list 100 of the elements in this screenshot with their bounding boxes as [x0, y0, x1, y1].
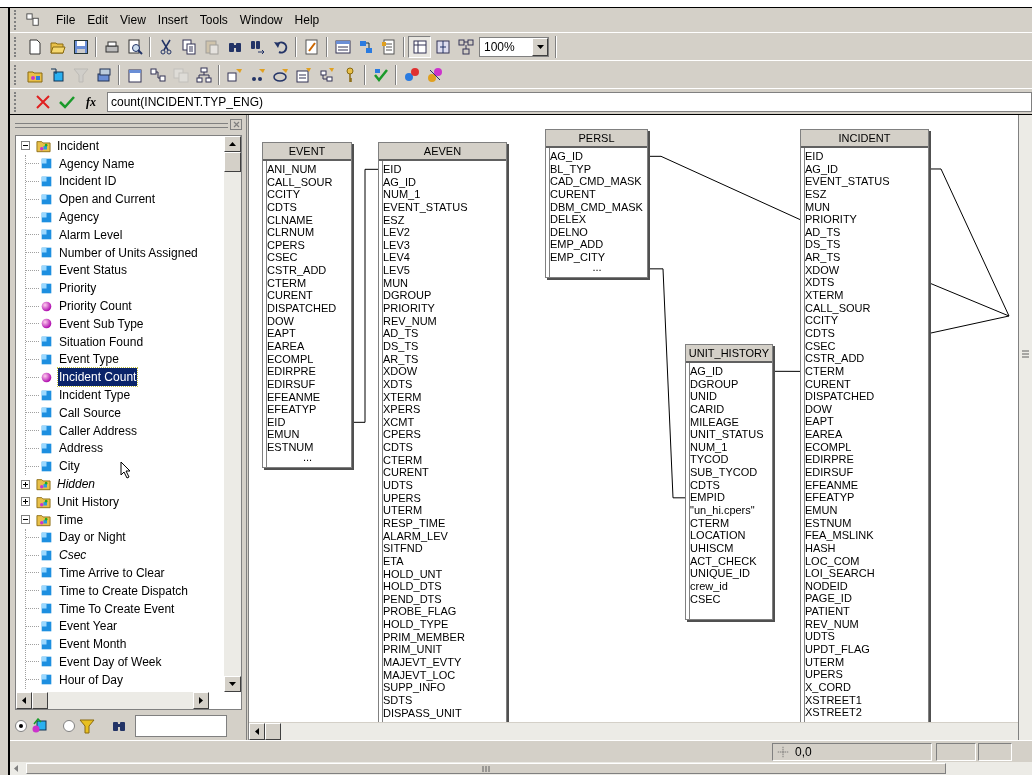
tree-item[interactable]: Time to Create Dispatch [58, 581, 189, 600]
tree-item[interactable]: Csec [58, 546, 88, 565]
tree-item[interactable]: Priority [58, 279, 98, 298]
column-name: CALL_SOUR [267, 175, 334, 189]
scrollbar[interactable] [10, 762, 1032, 775]
menu-item[interactable]: View [115, 9, 151, 31]
column-name: AG_ID [550, 150, 584, 163]
cube-icon [41, 460, 52, 472]
cancel-icon[interactable] [35, 93, 51, 110]
table-card[interactable]: PERSL AG_ID BL_TYP CAD_CMD_MASK CURENT DBM_CMD_MASK DELEX DELNO EMP_ADD EMP_CITY ... [545, 129, 648, 278]
search-field[interactable] [135, 715, 227, 737]
cube-icon [49, 66, 66, 83]
tree-item[interactable]: Day or Night [58, 528, 127, 547]
collapse-toggle[interactable] [21, 141, 30, 151]
tree-item[interactable]: Agency [58, 208, 101, 227]
tree-item[interactable]: Time To Create Event [58, 599, 176, 618]
print-preview-icon [126, 38, 143, 55]
table-window-icon [334, 38, 351, 55]
column-name: XDOW [805, 263, 841, 277]
tree-folder[interactable]: Time [56, 510, 85, 529]
zoom-dropdown[interactable]: 100% [479, 36, 549, 57]
tree-item[interactable]: Incident Type [58, 386, 132, 405]
radio-button[interactable] [63, 720, 75, 732]
expand-toggle[interactable] [21, 497, 30, 507]
column-name: MAJEVT_EVTY [383, 656, 463, 669]
column-name: DOW [805, 402, 833, 416]
column-name: EAREA [267, 339, 306, 353]
tree-item[interactable]: Address [58, 439, 105, 458]
tree-item[interactable]: Agency Name [58, 154, 136, 173]
tree-item[interactable]: City [58, 457, 81, 476]
table-card[interactable]: EVENT ANI_NUM CALL_SOUR CCITY CDTS CLNAME CLRNUM CPERS CSEC CSTR_ADD CTERM CURENT DISPATCHED DOW EAPT EAREA ECOMPL EDIRPRE EDIRSUF EFEANME EFEATYP EID EMUN ESTNUM ... [262, 142, 352, 468]
function-label: fx [85, 93, 97, 111]
scroll-left-icon[interactable] [22, 697, 26, 705]
menu-item[interactable]: Edit [82, 9, 114, 31]
tree-folder[interactable]: Incident [56, 136, 101, 155]
cube-icon [41, 353, 52, 365]
tree-item[interactable]: Event Status [58, 261, 129, 280]
menu-item[interactable]: Insert [152, 9, 193, 31]
scroll-down-icon[interactable] [229, 681, 236, 686]
tagged-ring-icon [272, 66, 289, 83]
tree-folder[interactable]: Hidden [56, 475, 97, 493]
radio-button[interactable] [15, 720, 27, 732]
menu-item[interactable]: Tools [194, 9, 233, 31]
scrollbar[interactable] [16, 692, 209, 710]
scroll-right-icon[interactable] [199, 697, 203, 705]
tree-item[interactable]: Incident Count [58, 368, 138, 387]
table-card[interactable] [800, 129, 929, 722]
tree-item[interactable]: Number of Units Assigned [58, 243, 199, 262]
tree-item[interactable]: Open and Current [58, 190, 157, 209]
tree-item[interactable]: Call Source [58, 403, 123, 422]
grip-icon [482, 765, 490, 772]
column-name: DS_TS [805, 238, 842, 252]
dropdown-arrow-icon[interactable] [536, 44, 544, 49]
column-name: PAGE_ID [805, 592, 853, 606]
tree-item[interactable]: Event Type [58, 350, 120, 369]
tree-item[interactable]: Alarm Level [58, 225, 124, 244]
scrollbar[interactable] [1018, 115, 1032, 740]
collapse-toggle[interactable] [21, 515, 30, 525]
tree-item[interactable]: Event Sub Type [58, 314, 145, 333]
grip-icon[interactable] [1022, 350, 1029, 358]
column-name: UTERM [383, 504, 424, 517]
tree-item[interactable]: Incident ID [58, 172, 118, 191]
scrollbar[interactable] [224, 135, 241, 692]
column-name: ALARM_LEV [383, 529, 449, 543]
window-icon [25, 13, 41, 27]
scroll-thumb[interactable] [26, 763, 946, 774]
column-name: EFEATYP [267, 403, 318, 416]
cube-icon [41, 638, 52, 650]
folder-icon [35, 512, 52, 527]
menu-item[interactable]: Window [234, 9, 288, 31]
scroll-thumb[interactable] [32, 692, 48, 710]
tree-item[interactable]: Hour of Day [58, 670, 125, 689]
expand-toggle[interactable] [21, 479, 30, 489]
tree-item[interactable]: Event Year [58, 617, 119, 636]
tree-item[interactable]: Event Month [58, 635, 128, 654]
tree-item[interactable]: Event Day of Week [58, 653, 163, 671]
formula-field[interactable]: count(INCIDENT.TYP_ENG) [107, 91, 1032, 112]
menu-item[interactable]: File [51, 9, 81, 31]
table-card[interactable] [378, 142, 507, 722]
tree-item[interactable]: Situation Found [58, 332, 145, 351]
table-card[interactable]: UNIT_HISTORY AG_ID DGROUP UNID CARID MILEAGE UNIT_STATUS NUM_1 TYCOD SUB_TYCOD CDTS EMPID "un_hi.cpers" CTERM LOCATION UHISCM ACT_CHECK UNIQUE_ID crew_id CSEC [685, 344, 773, 621]
menu-item[interactable]: Help [289, 9, 325, 31]
cube-icon [41, 549, 52, 561]
hierarchy-icon [195, 66, 212, 83]
column-name: UPERS [383, 491, 422, 505]
scroll-up-icon[interactable] [229, 141, 236, 146]
column-name: SUPP_INFO [383, 681, 447, 694]
tree-folder[interactable]: Unit History [56, 492, 120, 511]
tree-item[interactable]: Priority Count [58, 297, 133, 316]
tree-item[interactable]: Caller Address [58, 421, 139, 440]
cube-icon [41, 193, 52, 205]
tree-item[interactable]: Time Arrive to Clear [58, 564, 166, 582]
column-name: DOW [267, 314, 295, 328]
column-name: CAD_CMD_MASK [550, 175, 643, 188]
scroll-left-icon[interactable] [255, 728, 259, 735]
layout-icon [457, 38, 474, 55]
close-button[interactable] [230, 119, 242, 131]
table-title: AEVEN [379, 143, 506, 161]
scroll-thumb[interactable] [265, 723, 281, 740]
column-name: CURENT [550, 187, 597, 201]
